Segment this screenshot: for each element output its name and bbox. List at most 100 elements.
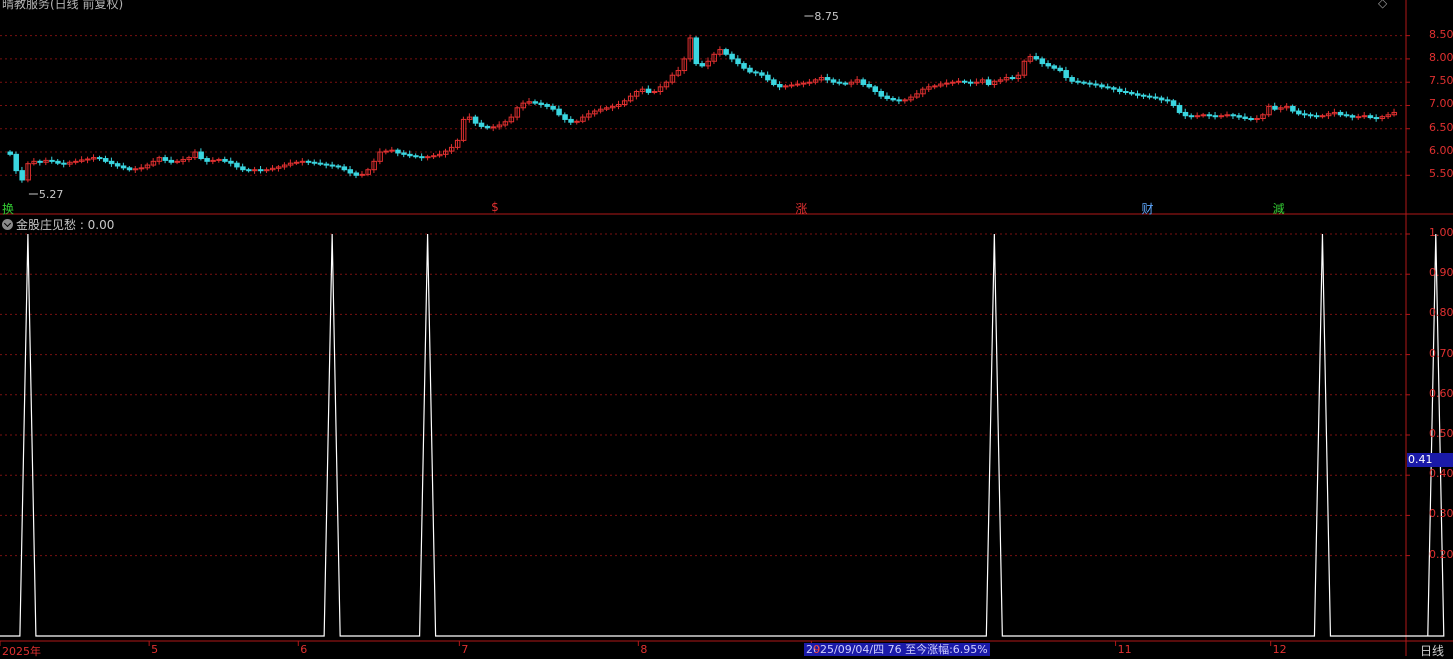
- candle-body: [699, 63, 706, 67]
- chart-canvas[interactable]: 5.27 8.75: [0, 0, 1453, 656]
- candle-body: [407, 153, 413, 157]
- candle-body: [830, 79, 837, 83]
- candle-body: [1093, 83, 1099, 86]
- chevron-down-icon[interactable]: [2, 219, 13, 230]
- candle-body: [556, 108, 562, 116]
- candle-body: [1057, 67, 1063, 72]
- candle-body: [1099, 84, 1105, 88]
- candle-body: [383, 150, 389, 153]
- candle-body: [944, 82, 950, 85]
- candle-body: [794, 83, 801, 86]
- candle-body: [102, 158, 109, 162]
- x-tick-label: 11: [1117, 643, 1132, 656]
- signal-tag: $: [491, 200, 499, 214]
- candle-body: [252, 169, 258, 172]
- candle-body: [884, 95, 890, 99]
- indicator-tick-label: 0.90: [1429, 266, 1453, 280]
- candle-body: [425, 156, 431, 159]
- candle-body: [1117, 88, 1123, 93]
- candle-body: [311, 161, 318, 164]
- candle-body: [1236, 115, 1242, 118]
- candle-body: [1373, 117, 1380, 120]
- candle-body: [860, 79, 867, 86]
- candle-body: [96, 157, 103, 160]
- annotation-label: 5.27: [39, 188, 64, 201]
- price-tick-label: 8.50: [1429, 27, 1453, 41]
- candle-body: [1349, 115, 1356, 118]
- candle-body: [1009, 77, 1016, 80]
- candle-body: [329, 164, 336, 167]
- collapse-icon[interactable]: ◇: [1378, 0, 1387, 10]
- indicator-title[interactable]: 金股庄见愁 : 0.00: [2, 216, 114, 233]
- candle-body: [478, 122, 485, 127]
- indicator-tick-label: 0.70: [1429, 346, 1453, 360]
- candle-body: [198, 151, 204, 160]
- candle-body: [1355, 116, 1362, 119]
- candle-body: [866, 84, 873, 88]
- candle-body: [729, 53, 735, 60]
- candle-body: [1152, 96, 1159, 99]
- candle-body: [484, 125, 491, 129]
- candle-body: [538, 102, 544, 106]
- candle-body: [55, 160, 61, 164]
- x-tick-label: 5: [151, 643, 159, 656]
- candle-body: [335, 165, 342, 168]
- indicator-tick-label: 0.80: [1429, 306, 1453, 320]
- candle-body: [240, 166, 246, 171]
- candle-body: [216, 158, 222, 161]
- candle-body: [19, 170, 25, 181]
- candle-body: [1308, 114, 1314, 117]
- candle-body: [1224, 114, 1230, 117]
- candle-body: [1337, 111, 1344, 116]
- candle-body: [85, 158, 91, 161]
- candle-body: [246, 169, 252, 172]
- candle-body: [1140, 94, 1147, 97]
- candle-body: [1129, 91, 1135, 95]
- period-label[interactable]: 日线: [1420, 642, 1444, 659]
- candle-body: [73, 160, 79, 163]
- candle-body: [1111, 87, 1117, 90]
- candle-body: [967, 81, 974, 84]
- candle-body: [1302, 113, 1308, 116]
- candle-body: [842, 82, 849, 85]
- candle-body: [395, 149, 401, 154]
- candle-body: [472, 116, 479, 124]
- candle-body: [264, 169, 270, 172]
- candle-body: [956, 80, 962, 83]
- candle-body: [341, 166, 348, 171]
- candle-body: [1105, 86, 1111, 89]
- candle-body: [777, 84, 783, 88]
- candle-body: [204, 158, 210, 162]
- candle-body: [651, 91, 658, 93]
- signal-tag: 涨: [795, 202, 808, 216]
- candle-body: [353, 172, 360, 176]
- kline-chart-window[interactable]: 5.27 8.75 晴教服务(日线 前复权) ◇ 金股庄见愁 : 0.00 换 $ 涨…: [0, 0, 1453, 659]
- candle-body: [735, 58, 741, 65]
- candle-body: [37, 160, 43, 163]
- candle-body: [210, 159, 216, 162]
- candle-body: [1212, 115, 1219, 118]
- candle-body: [1176, 104, 1183, 113]
- x-tick-label: 7: [461, 643, 469, 656]
- candle-body: [1045, 63, 1052, 67]
- candle-body: [317, 162, 324, 165]
- candle-body: [1248, 118, 1254, 120]
- candle-body: [228, 160, 234, 164]
- candle-body: [932, 85, 938, 88]
- candle-body: [1069, 77, 1075, 82]
- candle-body: [1367, 115, 1374, 119]
- candle-body: [419, 156, 425, 159]
- candle-body: [1087, 82, 1093, 85]
- candle-body: [1290, 105, 1296, 112]
- candle-body: [550, 105, 556, 110]
- candle-body: [359, 173, 365, 176]
- candle-body: [973, 81, 980, 84]
- candle-body: [1158, 97, 1165, 101]
- signal-tag: 换: [2, 202, 15, 216]
- signal-tag: 财: [1141, 202, 1154, 216]
- candle-body: [645, 88, 652, 93]
- candle-body: [413, 155, 419, 158]
- indicator-tick-label: 0.30: [1429, 507, 1453, 521]
- candle-body: [347, 169, 354, 174]
- candle-body: [1272, 105, 1278, 110]
